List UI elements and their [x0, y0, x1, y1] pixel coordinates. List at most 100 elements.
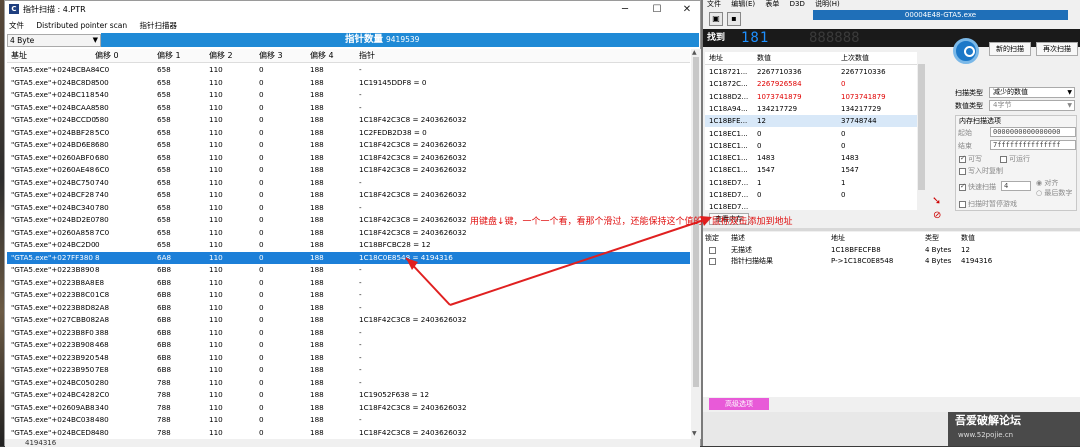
scroll-up-icon[interactable]: ▲ [692, 49, 697, 56]
pointer-arrow-icon[interactable]: ➘ [932, 195, 941, 206]
value-type-select[interactable]: 4 Byte ▼ [7, 34, 101, 47]
table-row[interactable]: "GTA5.exe"+0260ABF0 680 658 110 0 188 1C18F42C… [7, 152, 690, 165]
advanced-options-button[interactable]: 高级选项 [709, 398, 769, 410]
table-row[interactable]: "GTA5.exe"+024BC118 540 658 110 0 188 - [7, 89, 690, 102]
scroll-down-icon[interactable]: ▼ [692, 430, 697, 437]
new-scan-button[interactable]: 新的扫描 [989, 42, 1031, 56]
last-digits-radio-label[interactable]: ○ 最后数字 [1036, 188, 1072, 198]
table-row[interactable]: "GTA5.exe"+0223B8C0 1C8 6B8 110 0 188 - [7, 289, 690, 302]
fast-scan-input[interactable]: 4 [1001, 181, 1031, 191]
result-row[interactable]: 1C18ED7... 1 1 [705, 177, 917, 189]
table-row[interactable]: "GTA5.exe"+024BC750 740 658 110 0 188 - [7, 177, 690, 190]
table-row[interactable]: "GTA5.exe"+0223B890 8 6B8 110 0 188 - [7, 264, 690, 277]
freeze-checkbox[interactable] [709, 247, 716, 254]
column-header[interactable]: 基址 [11, 49, 27, 63]
stop-address-input[interactable]: 7fffffffffffffff [990, 140, 1076, 150]
table-row[interactable]: "GTA5.exe"+024BCBA8 4C0 658 110 0 188 - [7, 64, 690, 77]
table-row[interactable]: "GTA5.exe"+0223B8D8 2A8 6B8 110 0 188 - [7, 302, 690, 315]
address-row[interactable]: 指针扫描结果 P->1C18C0E8548 4 Bytes 4194316 [703, 256, 1080, 267]
table-row[interactable]: "GTA5.exe"+0223B920 548 6B8 110 0 188 - [7, 352, 690, 365]
results-column-header[interactable]: 上次数值 [841, 52, 869, 65]
splitter[interactable] [703, 228, 1080, 231]
table-row[interactable]: "GTA5.exe"+027FF380 8 6A8 110 0 188 1C18C0E854… [7, 251, 690, 264]
table-row[interactable]: "GTA5.exe"+02609AB8 340 788 110 0 188 1C18F42C… [7, 402, 690, 415]
column-header[interactable]: 偏移 1 [157, 49, 181, 63]
results-scrollbar[interactable] [917, 52, 926, 210]
minimize-button[interactable]: ─ [610, 1, 640, 18]
table-row[interactable]: "GTA5.exe"+0223B908 468 6B8 110 0 188 - [7, 339, 690, 352]
result-row[interactable]: 1C18BFE... 12 37748744 [705, 115, 917, 128]
ce-menu-d3d[interactable]: D3D [790, 0, 805, 8]
next-scan-button[interactable]: 再次扫描 [1036, 42, 1078, 56]
address-column-header[interactable]: 类型 [925, 232, 939, 244]
ce-menu-table[interactable]: 表单 [765, 0, 779, 8]
table-row[interactable]: "GTA5.exe"+0260A858 7C0 658 110 0 188 1C18F42C… [7, 227, 690, 240]
column-header[interactable]: 指针 [359, 49, 375, 63]
result-row[interactable]: 1C1872C... 2267926584 0 [705, 78, 917, 90]
save-icon[interactable]: ▪ [727, 12, 741, 26]
start-address-input[interactable]: 0000000000000000 [990, 127, 1076, 137]
close-button[interactable]: ✕ [672, 1, 702, 18]
column-header[interactable]: 偏移 2 [209, 49, 233, 63]
address-column-header[interactable]: 描述 [731, 232, 745, 244]
ce-menu-help[interactable]: 说明(H) [815, 0, 840, 8]
table-row[interactable]: "GTA5.exe"+0223B950 7E8 6B8 110 0 188 - [7, 364, 690, 377]
value-type-select[interactable]: 4字节 ▼ [989, 100, 1075, 111]
vertical-scrollbar[interactable]: ▲ ▼ [691, 49, 701, 439]
table-row[interactable]: "GTA5.exe"+024BD6E8 680 658 110 0 188 1C18F42C… [7, 139, 690, 152]
table-row[interactable]: "GTA5.exe"+027CBB08 2A8 6B8 110 0 188 1C18F42C… [7, 314, 690, 327]
table-row[interactable]: "GTA5.exe"+024BC8D8 500 658 110 0 188 1C19145D… [7, 77, 690, 90]
scan-type-select[interactable]: 减少的数值 ▼ [989, 87, 1075, 98]
table-row[interactable]: "GTA5.exe"+024BCED8 480 788 110 0 188 1C18F42C… [7, 427, 690, 440]
address-column-header[interactable]: 数值 [961, 232, 975, 244]
menu-distributed-scan[interactable]: Distributed pointer scan [36, 21, 127, 30]
table-row[interactable]: "GTA5.exe"+024BC340 780 658 110 0 188 - [7, 202, 690, 215]
table-row[interactable]: "GTA5.exe"+0260AE48 6C0 658 110 0 188 1C18F42C… [7, 164, 690, 177]
table-row[interactable]: "GTA5.exe"+024BCAA8 580 658 110 0 188 - [7, 102, 690, 115]
maximize-button[interactable]: ☐ [642, 1, 672, 18]
address-column-header[interactable]: 锁定 [705, 232, 719, 244]
column-header[interactable]: 偏移 4 [310, 49, 334, 63]
result-row[interactable]: 1C18EC1... 0 0 [705, 140, 917, 152]
table-row[interactable]: "GTA5.exe"+024BC2D0 0 658 110 0 188 1C18BFCBC2… [7, 239, 690, 252]
ce-menu-file[interactable]: 文件 [707, 0, 721, 8]
pause-game-checkbox[interactable] [959, 201, 966, 208]
select-process-magnifier-icon[interactable] [953, 38, 979, 64]
ce-menu-edit[interactable]: 编辑(E) [731, 0, 755, 8]
menu-file[interactable]: 文件 [9, 21, 24, 30]
executable-checkbox[interactable] [1000, 156, 1007, 163]
table-row[interactable]: "GTA5.exe"+024BC050 280 788 110 0 188 - [7, 377, 690, 390]
table-cell: 1C18F42C3C8 = 2403626032 [359, 227, 467, 237]
result-row[interactable]: 1C18EC1... 0 0 [705, 128, 917, 140]
address-column-header[interactable]: 地址 [831, 232, 845, 244]
table-row[interactable]: "GTA5.exe"+024BCCD0 580 658 110 0 188 1C18F42C… [7, 114, 690, 127]
result-row[interactable]: 1C18EC1... 1483 1483 [705, 152, 917, 164]
align-radio-label[interactable]: ◉ 对齐 [1036, 178, 1058, 188]
result-row[interactable]: 1C18EC1... 1547 1547 [705, 164, 917, 176]
menu-pointer-scanner[interactable]: 指针扫描器 [139, 21, 177, 30]
scrollbar-thumb[interactable] [918, 64, 925, 190]
copy-on-write-checkbox[interactable] [959, 168, 966, 175]
result-row[interactable]: 1C18ED7... [705, 201, 917, 213]
column-header[interactable]: 偏移 3 [259, 49, 283, 63]
results-column-header[interactable]: 数值 [757, 52, 771, 65]
column-header[interactable]: 偏移 0 [95, 49, 119, 63]
table-row[interactable]: "GTA5.exe"+024BC038 480 788 110 0 188 - [7, 414, 690, 427]
table-row[interactable]: "GTA5.exe"+024BCF28 740 658 110 0 188 1C18F42C… [7, 189, 690, 202]
result-cell: 1073741879 [757, 92, 802, 101]
fast-scan-checkbox[interactable] [959, 182, 966, 191]
address-row[interactable]: 无描述 1C18BFECFB8 4 Bytes 12 [703, 245, 1080, 256]
freeze-checkbox[interactable] [709, 258, 716, 265]
result-row[interactable]: 1C18A94... 134217729 134217729 [705, 103, 917, 115]
table-row[interactable]: "GTA5.exe"+024BC428 2C0 788 110 0 188 1C19052F… [7, 389, 690, 402]
result-row[interactable]: 1C18ED7... 0 0 [705, 189, 917, 201]
result-row[interactable]: 1C18721... 2267710336 2267710336 [705, 66, 917, 78]
results-column-header[interactable]: 地址 [709, 52, 723, 65]
table-row[interactable]: "GTA5.exe"+0223B8A8 E8 6B8 110 0 188 - [7, 277, 690, 290]
table-row[interactable]: "GTA5.exe"+0223B8F0 388 6B8 110 0 188 - [7, 327, 690, 340]
table-row[interactable]: "GTA5.exe"+024BBF28 5C0 658 110 0 188 1C2FEDB2… [7, 127, 690, 140]
writable-checkbox[interactable] [959, 154, 966, 163]
open-process-icon[interactable]: ▣ [709, 12, 723, 26]
result-row[interactable]: 1C188D2... 1073741879 1073741879 [705, 91, 917, 103]
no-entry-icon[interactable]: ⊘ [933, 211, 941, 221]
